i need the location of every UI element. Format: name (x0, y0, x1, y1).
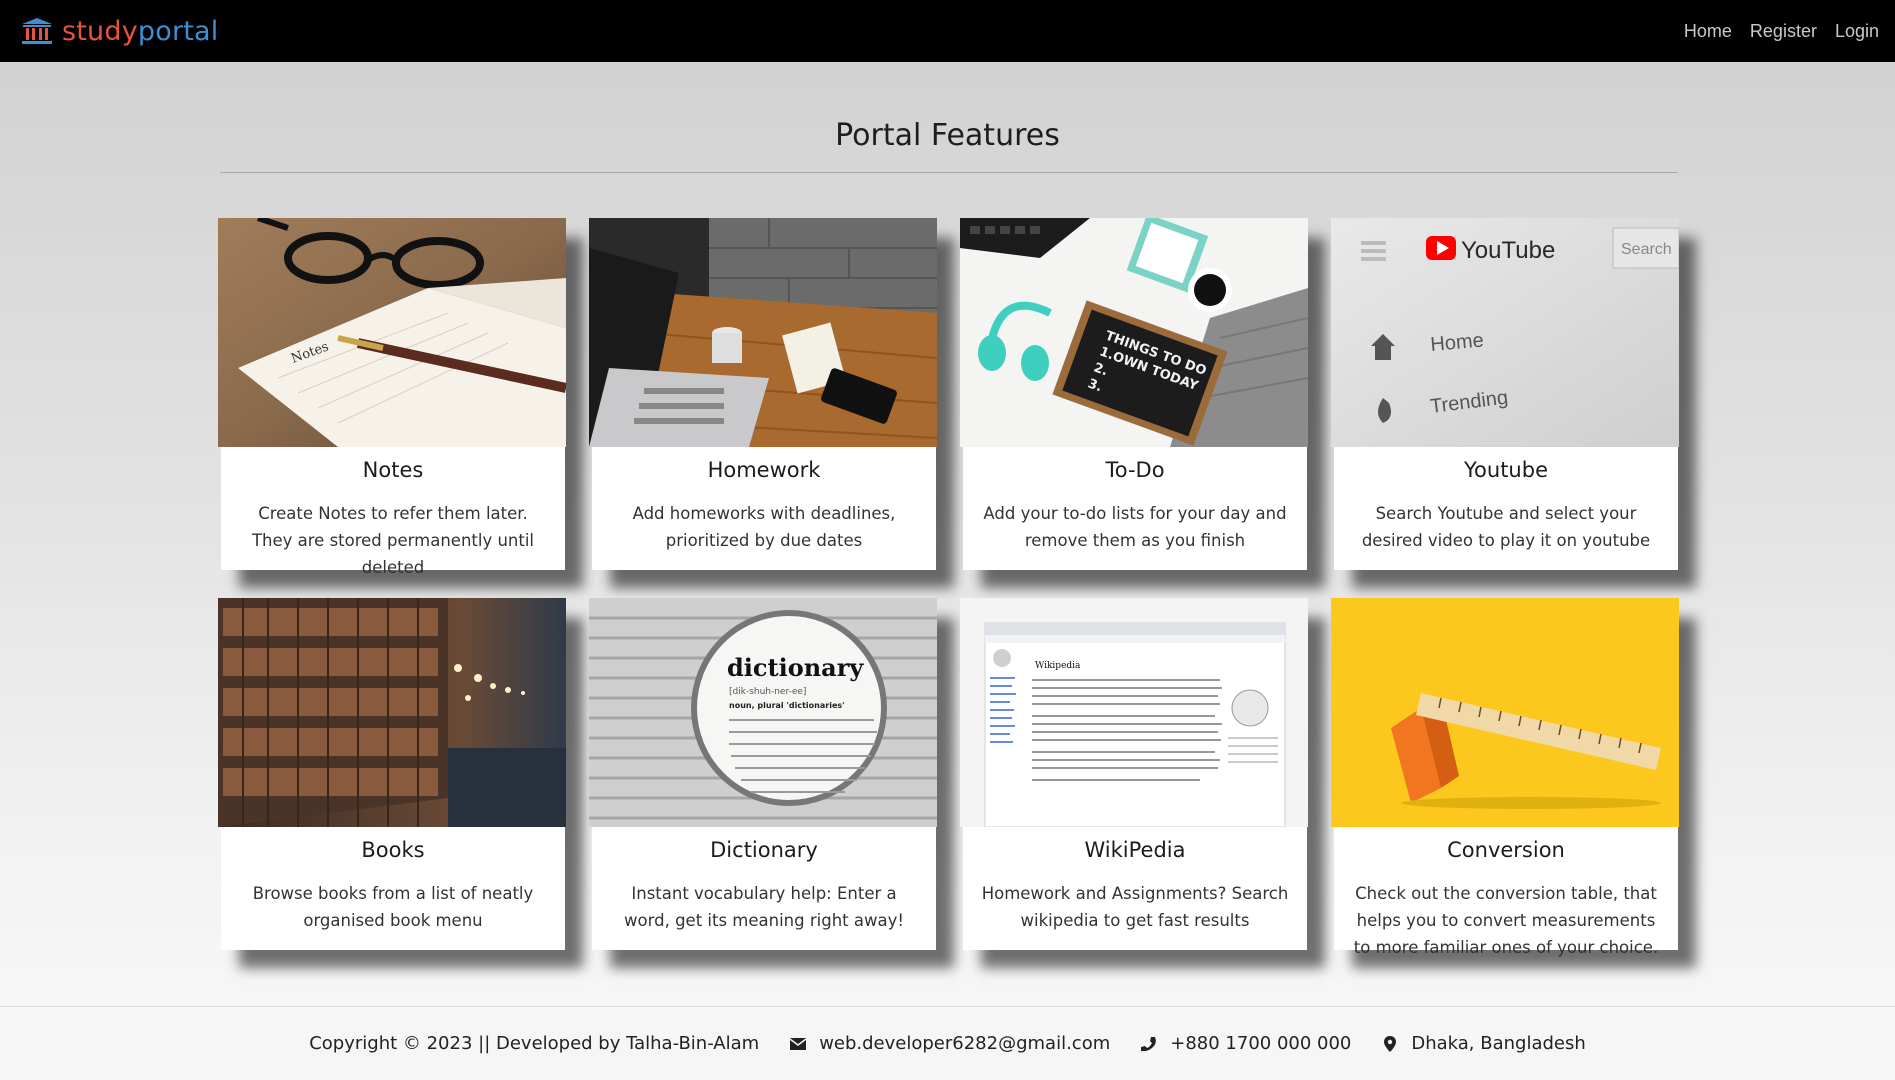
books-image (218, 598, 566, 827)
card-wikipedia[interactable]: Wikipedia WikiPedia Homework and Assignm… (960, 598, 1308, 950)
page-title: Portal Features (835, 118, 1060, 153)
card-title: To-Do (1105, 458, 1165, 482)
card-description: Search Youtube and select your desired v… (1361, 504, 1651, 550)
footer-copyright-text: Copyright © 2023 || Developed by Talha-B… (309, 1033, 760, 1054)
footer-location: Dhaka, Bangladesh (1381, 1033, 1586, 1054)
wikipedia-image: Wikipedia (960, 598, 1308, 827)
footer: Copyright © 2023 || Developed by Talha-B… (0, 1006, 1895, 1080)
brand-logo-link[interactable]: studyportal (20, 16, 218, 47)
todo-image: THINGS TO DO 1.OWN TODAY 2. 3. (960, 218, 1308, 447)
card-youtube[interactable]: YouTube Search Home Trending Youtube Sea… (1331, 218, 1679, 570)
footer-phone[interactable]: +880 1700 000 000 (1140, 1033, 1351, 1054)
card-homework[interactable]: Homework Add homeworks with deadlines, p… (589, 218, 937, 570)
dict-pronunciation: [dik-shuh-ner-ee] (729, 687, 806, 697)
card-conversion[interactable]: Conversion Check out the conversion tabl… (1331, 598, 1679, 957)
card-books[interactable]: Books Browse books from a list of neatly… (218, 598, 566, 950)
card-title: WikiPedia (1084, 838, 1186, 862)
phone-icon (1141, 1036, 1157, 1051)
nav-register-link[interactable]: Register (1750, 21, 1817, 42)
yt-logo-text: YouTube (1461, 237, 1555, 264)
footer-email-text: web.developer6282@gmail.com (819, 1033, 1111, 1054)
navbar: studyportal Home Register Login (0, 0, 1895, 62)
youtube-image: YouTube Search Home Trending (1331, 218, 1679, 447)
footer-email[interactable]: web.developer6282@gmail.com (789, 1033, 1110, 1054)
yt-search-text: Search (1621, 241, 1672, 258)
map-marker-icon (1384, 1035, 1397, 1052)
envelope-icon (789, 1037, 807, 1050)
card-title: Homework (707, 458, 821, 482)
card-title: Dictionary (710, 838, 818, 862)
card-description: Browse books from a list of neatly organ… (252, 884, 534, 930)
card-notes[interactable]: Notes Notes Create Notes to refer them l… (218, 218, 566, 577)
card-title: Books (361, 838, 425, 862)
nav-login-link[interactable]: Login (1835, 21, 1879, 42)
conversion-image (1331, 598, 1679, 827)
dict-headword: dictionary (727, 653, 864, 682)
brand-name: studyportal (62, 15, 219, 47)
card-title: Conversion (1447, 838, 1565, 862)
card-title: Notes (362, 458, 424, 482)
card-description: Add homeworks with deadlines, prioritize… (632, 504, 896, 550)
card-description: Check out the conversion table, that hel… (1353, 884, 1659, 957)
dict-pos: noun, plural 'dictionaries' (729, 701, 845, 710)
card-description: Create Notes to refer them later. They a… (251, 504, 535, 577)
title-divider (220, 172, 1678, 173)
card-title: Youtube (1464, 458, 1548, 482)
yt-home-text: Home (1430, 329, 1485, 356)
dictionary-image: dictionary [dik-shuh-ner-ee] noun, plura… (589, 598, 937, 827)
footer-phone-text: +880 1700 000 000 (1170, 1033, 1352, 1054)
card-description: Homework and Assignments? Search wikiped… (981, 884, 1289, 930)
nav-links: Home Register Login (1684, 21, 1879, 42)
university-icon (22, 18, 52, 44)
card-description: Add your to-do lists for your day and re… (983, 504, 1287, 550)
card-todo[interactable]: THINGS TO DO 1.OWN TODAY 2. 3. To-Do Add… (960, 218, 1308, 570)
homework-image (589, 218, 937, 447)
wiki-page-title: Wikipedia (1035, 661, 1081, 671)
notes-image: Notes (218, 218, 566, 447)
card-description: Instant vocabulary help: Enter a word, g… (624, 884, 904, 930)
footer-copyright: Copyright © 2023 || Developed by Talha-B… (309, 1033, 759, 1054)
card-dictionary[interactable]: dictionary [dik-shuh-ner-ee] noun, plura… (589, 598, 937, 950)
nav-home-link[interactable]: Home (1684, 21, 1732, 42)
footer-location-text: Dhaka, Bangladesh (1411, 1033, 1586, 1054)
